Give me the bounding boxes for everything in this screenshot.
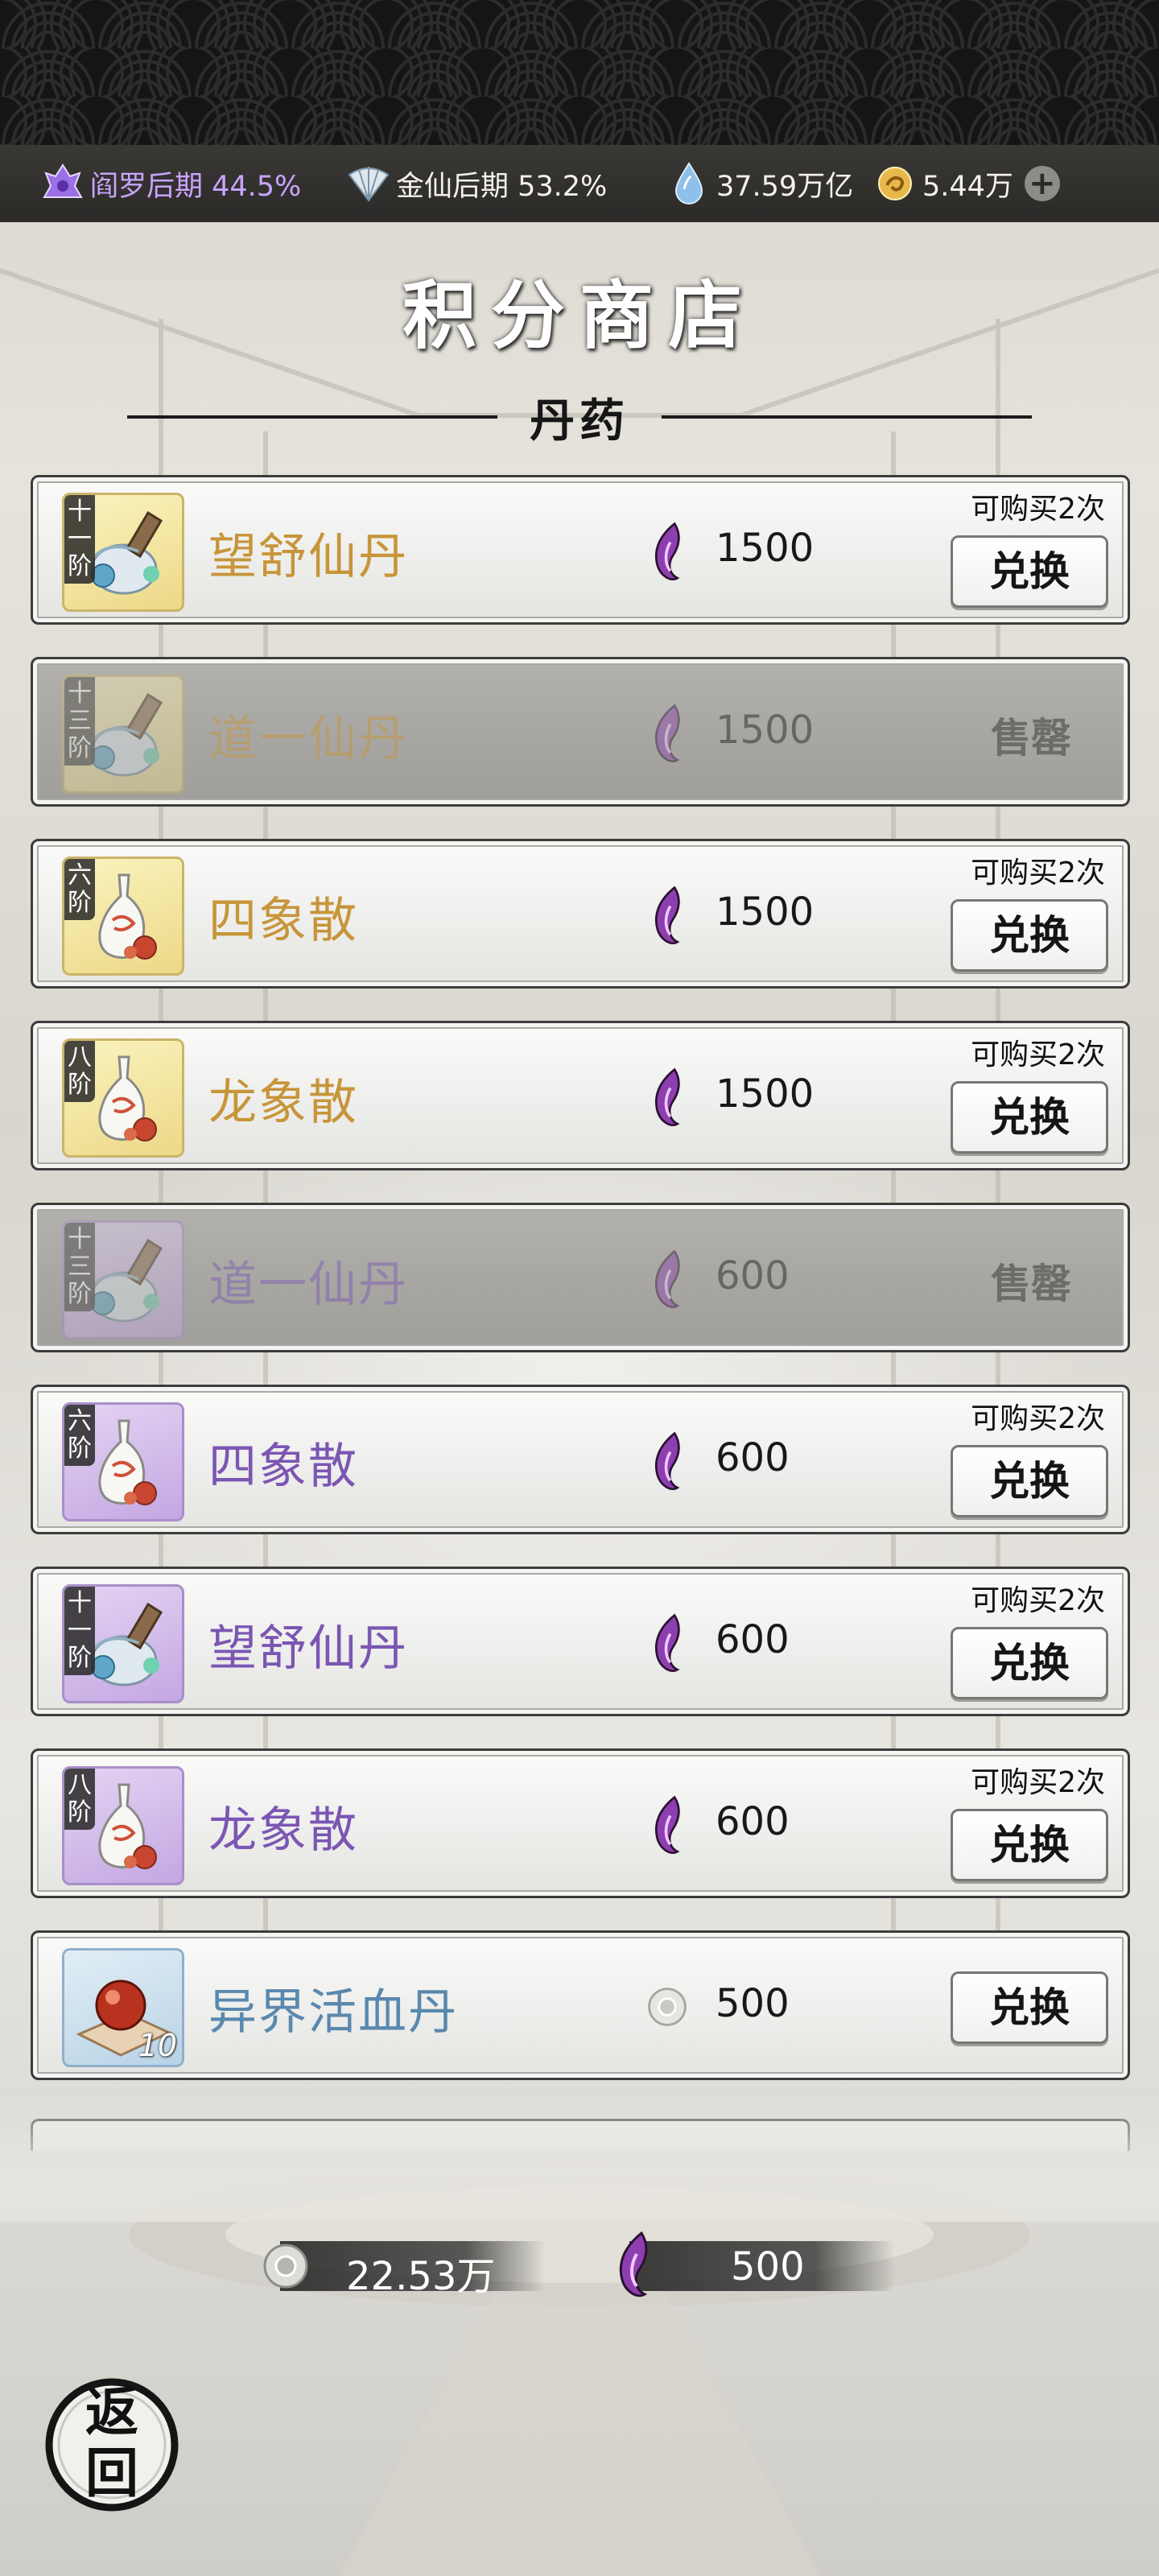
sold-out-label: 售罄 (991, 1261, 1071, 1307)
item-price: 1500 (716, 890, 815, 935)
section-divider-right (662, 415, 1032, 419)
add-currency-button[interactable]: + (1024, 166, 1060, 201)
shop-item-row[interactable]: 十一阶 望舒仙丹 1500 可购买2次兑换 (31, 475, 1130, 625)
purple-flame-icon (645, 1612, 693, 1677)
item-price: 600 (716, 1617, 790, 1662)
purple-flame-icon (645, 885, 693, 949)
wave-pattern-header (0, 0, 1159, 145)
spirit-stone-stat[interactable]: 37.59万亿 (666, 145, 853, 222)
silver-coin-icon (256, 2236, 316, 2296)
purple-flame-icon (645, 703, 693, 767)
item-icon-frame[interactable]: 十一阶 (62, 1584, 184, 1703)
item-tier-badge: 八阶 (64, 1041, 95, 1102)
shop-item-row[interactable]: 10 异界活血丹 500 兑换 (31, 1930, 1130, 2080)
page-title: 积分商店 (402, 272, 757, 359)
purchase-limit-text: 可购买2次 (971, 1402, 1105, 1435)
cultivation-realm-stat[interactable]: 阎罗后期 44.5% (40, 145, 301, 222)
spirit-stone-icon (666, 161, 711, 206)
silver-coin-balance: 22.53万 (256, 2236, 578, 2299)
item-icon-frame[interactable]: 八阶 (62, 1038, 184, 1158)
item-price: 1500 (716, 1071, 815, 1117)
gold-coin-stat[interactable]: 5.44万 + (872, 145, 1060, 222)
item-name: 道一仙丹 (208, 1257, 408, 1313)
item-icon-frame[interactable]: 八阶 (62, 1766, 184, 1885)
item-icon-frame[interactable]: 六阶 (62, 857, 184, 976)
item-name: 龙象散 (208, 1802, 358, 1859)
item-tier-badge: 八阶 (64, 1769, 95, 1830)
section-title: 丹药 (530, 394, 629, 448)
item-icon-frame[interactable]: 十三阶 (62, 675, 184, 794)
item-name: 道一仙丹 (208, 711, 408, 767)
item-icon-frame[interactable]: 六阶 (62, 1402, 184, 1521)
item-icon-frame[interactable]: 十一阶 (62, 493, 184, 612)
flame-point-balance-value: 500 (731, 2244, 805, 2289)
secondary-realm-text: 金仙后期 53.2% (396, 170, 608, 203)
purchase-limit-text: 可购买2次 (971, 857, 1105, 890)
back-button[interactable]: 返回 (45, 2378, 179, 2512)
item-tier-badge: 六阶 (64, 1405, 95, 1466)
purple-flame-icon (645, 1794, 693, 1859)
purple-realm-icon (40, 161, 85, 206)
item-count: 10 (138, 2028, 177, 2063)
flame-point-balance: 500 (605, 2231, 927, 2297)
item-tier-badge: 十三阶 (64, 1223, 95, 1311)
bottom-fog (0, 2093, 1159, 2222)
exchange-button[interactable]: 兑换 (951, 1627, 1108, 1699)
exchange-button[interactable]: 兑换 (951, 1971, 1108, 2044)
item-name: 四象散 (208, 893, 358, 949)
resource-bar: 阎罗后期 44.5% 金仙后期 53.2% 37.59万亿 5.44万 + (0, 145, 1159, 222)
purple-flame-icon (645, 1249, 693, 1313)
item-icon-frame[interactable]: 10 (62, 1948, 184, 2067)
section-divider-left (127, 415, 497, 419)
item-price: 1500 (716, 708, 815, 753)
item-price: 600 (716, 1253, 790, 1298)
item-icon-frame[interactable]: 十三阶 (62, 1220, 184, 1340)
silver-coin-balance-value: 22.53万 (346, 2254, 496, 2299)
shop-item-row[interactable]: 六阶四象散 600 可购买2次兑换 (31, 1385, 1130, 1534)
item-name: 龙象散 (208, 1075, 358, 1131)
item-tier-badge: 六阶 (64, 859, 95, 920)
shop-page: 阎罗后期 44.5% 金仙后期 53.2% 37.59万亿 5.44万 + 积分… (0, 0, 1159, 2576)
item-tier-badge: 十三阶 (64, 677, 95, 766)
shop-item-row[interactable]: 十三阶 道一仙丹 600 售罄 (31, 1203, 1130, 1352)
exchange-button[interactable]: 兑换 (951, 1445, 1108, 1517)
purchase-limit-text: 可购买2次 (971, 1584, 1105, 1617)
item-name: 望舒仙丹 (208, 1620, 408, 1677)
purchase-limit-text: 可购买2次 (971, 1038, 1105, 1071)
purple-flame-icon (645, 1067, 693, 1131)
exchange-button[interactable]: 兑换 (951, 535, 1108, 608)
fan-icon (346, 161, 391, 206)
gold-coin-icon (872, 161, 918, 206)
section-header: 丹药 (0, 385, 1159, 449)
exchange-button[interactable]: 兑换 (951, 1081, 1108, 1154)
item-name: 异界活血丹 (208, 1984, 458, 2041)
purple-flame-icon (645, 521, 693, 585)
sold-out-label: 售罄 (991, 715, 1071, 762)
purchase-limit-text: 可购买2次 (971, 1766, 1105, 1799)
shop-item-row[interactable]: 十三阶 道一仙丹 1500 售罄 (31, 657, 1130, 807)
item-name: 望舒仙丹 (208, 529, 408, 585)
gold-coin-text: 5.44万 (922, 170, 1013, 203)
realm-stat-text: 阎罗后期 44.5% (90, 170, 302, 203)
purple-flame-icon (605, 2231, 665, 2297)
purple-flame-icon (645, 1430, 693, 1495)
item-price: 500 (716, 1981, 790, 2026)
item-name: 四象散 (208, 1439, 358, 1495)
exchange-button[interactable]: 兑换 (951, 899, 1108, 972)
item-price: 1500 (716, 526, 815, 571)
shop-item-row[interactable]: 六阶四象散 1500 可购买2次兑换 (31, 839, 1130, 989)
item-tier-badge: 十一阶 (64, 495, 95, 584)
item-price: 600 (716, 1799, 790, 1844)
silver-coin-icon (645, 1976, 693, 2041)
back-label: 返回 (85, 2380, 138, 2504)
spirit-stone-text: 37.59万亿 (716, 170, 854, 203)
shop-item-row[interactable]: 十一阶 望舒仙丹 600 可购买2次兑换 (31, 1567, 1130, 1716)
secondary-realm-stat[interactable]: 金仙后期 53.2% (346, 145, 607, 222)
exchange-button[interactable]: 兑换 (951, 1809, 1108, 1881)
item-tier-badge: 十一阶 (64, 1587, 95, 1675)
shop-item-row[interactable]: 八阶龙象散 1500 可购买2次兑换 (31, 1021, 1130, 1170)
shop-item-row[interactable]: 八阶龙象散 600 可购买2次兑换 (31, 1748, 1130, 1898)
purchase-limit-text: 可购买2次 (971, 493, 1105, 526)
item-price: 600 (716, 1435, 790, 1480)
